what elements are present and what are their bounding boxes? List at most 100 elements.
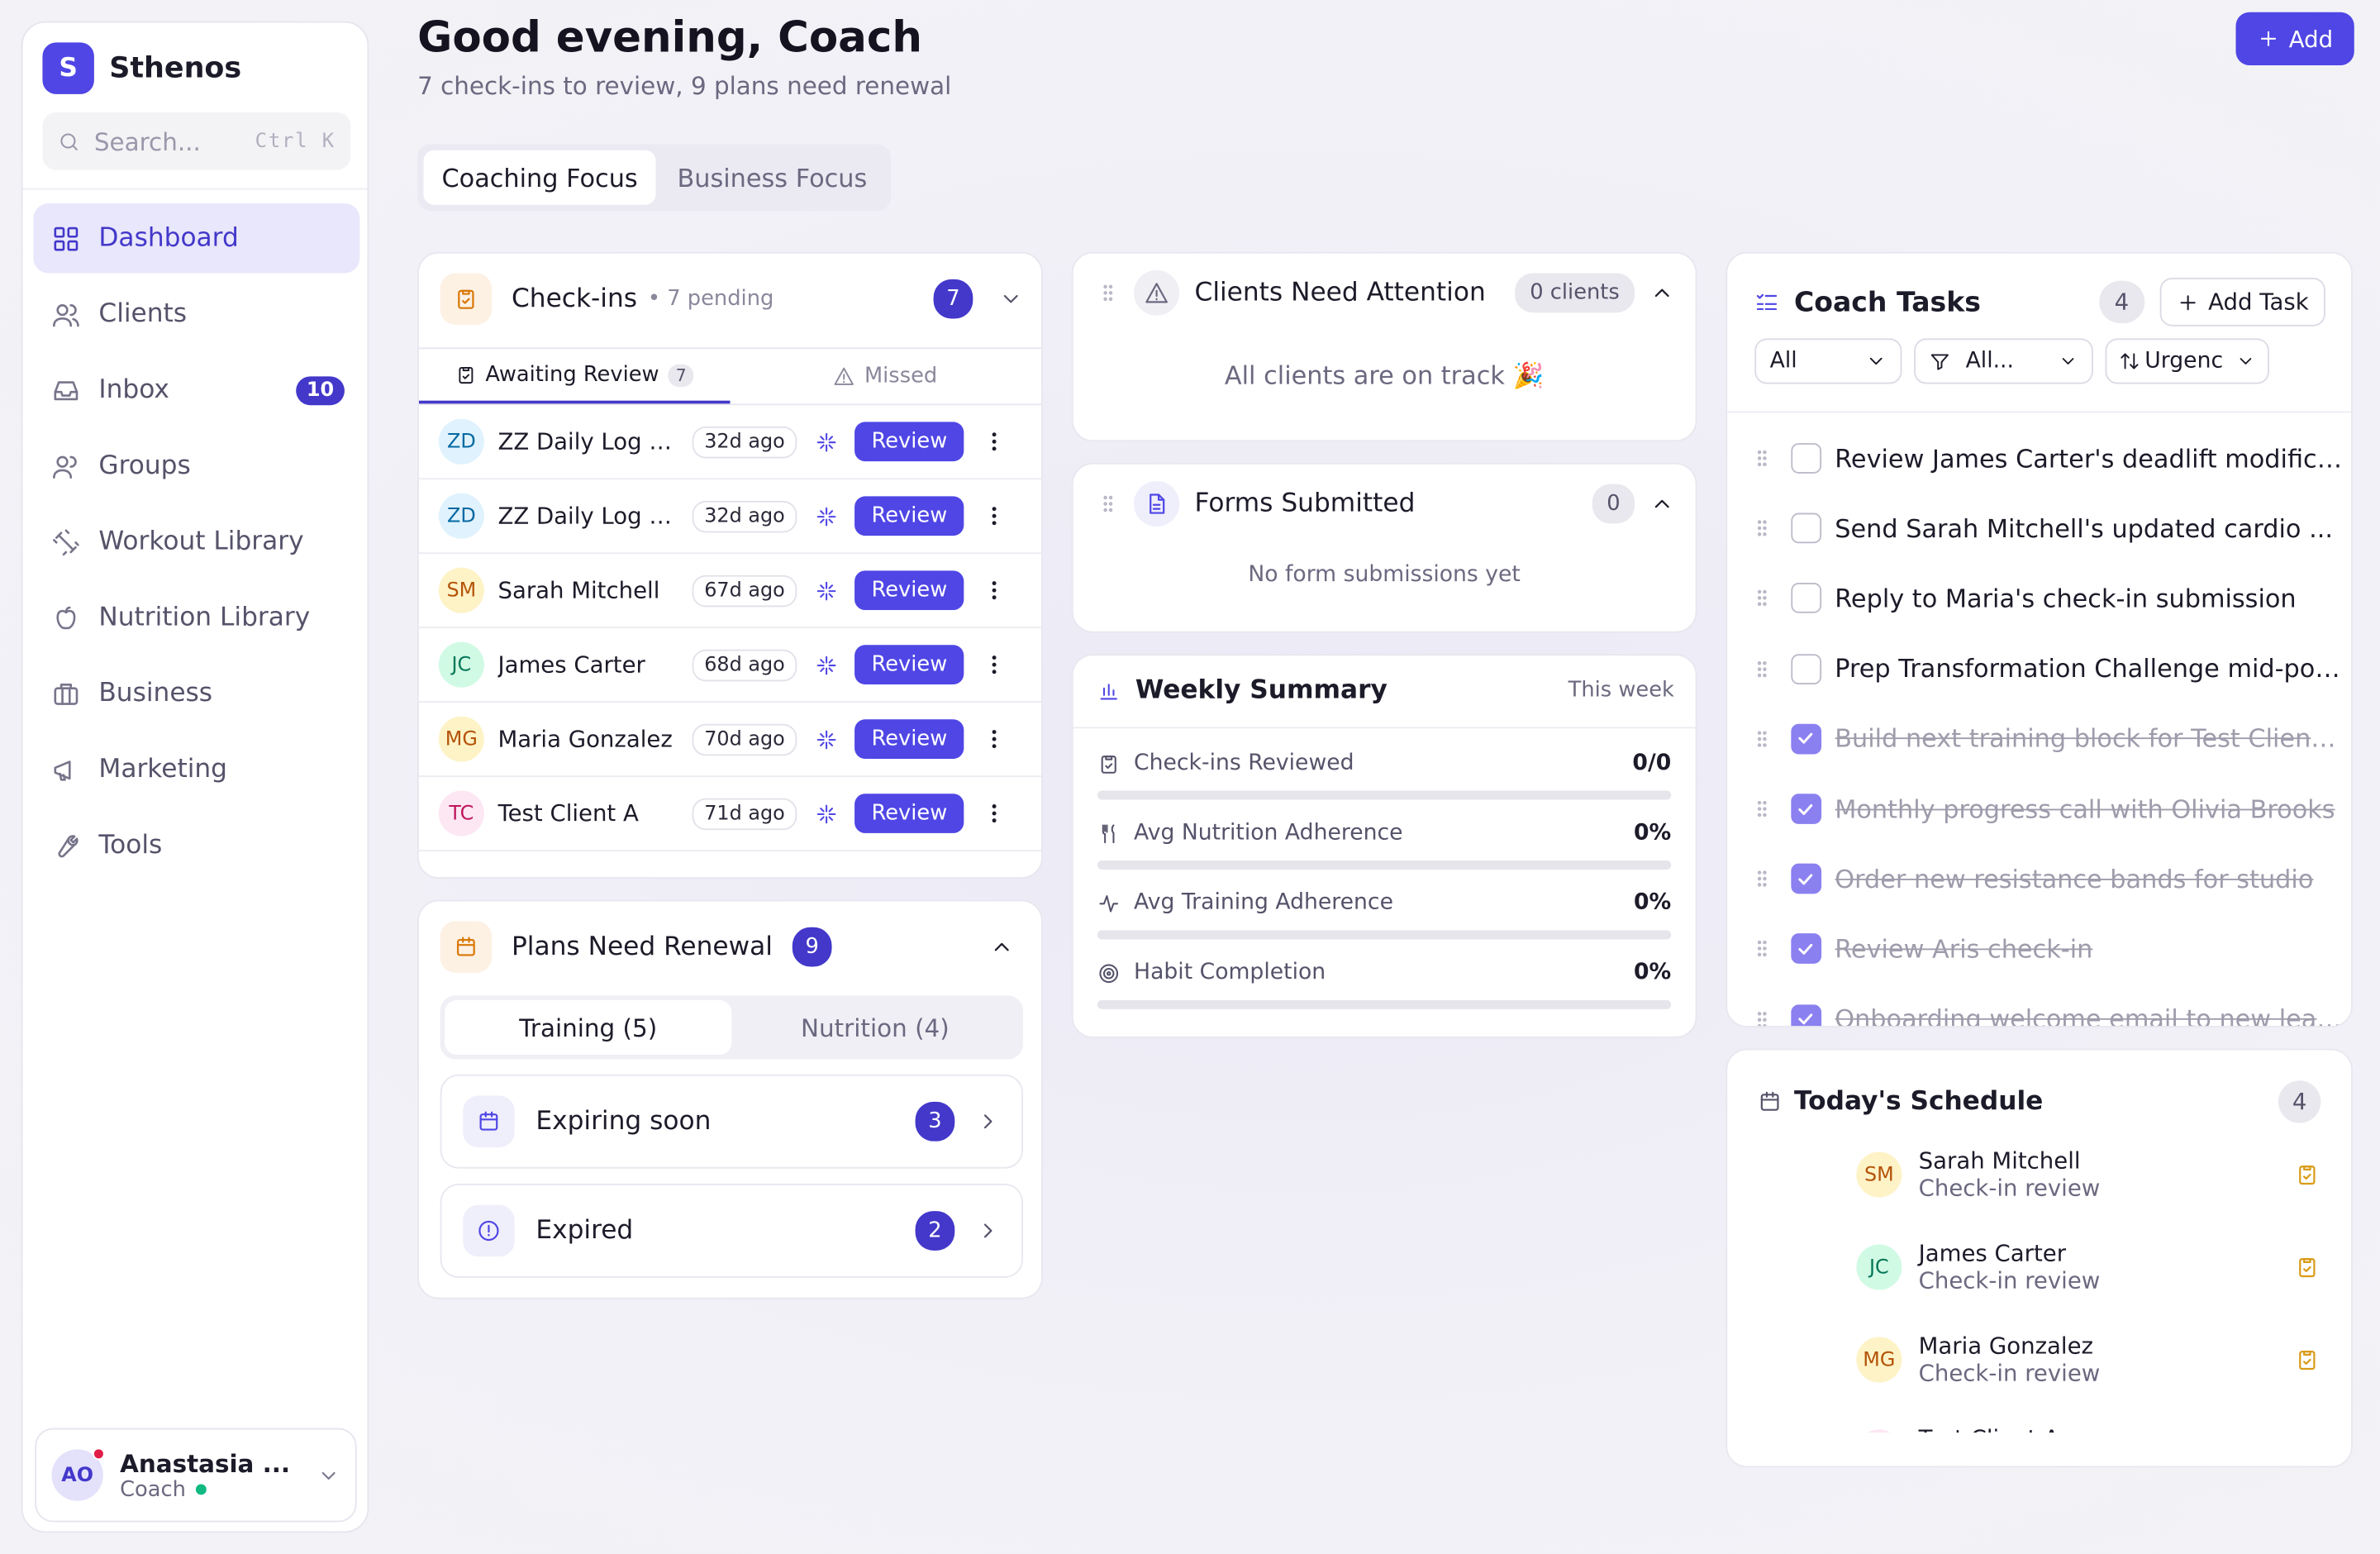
sort-select[interactable]: Urgenc [2105,338,2269,384]
task-checkbox[interactable] [1790,512,1821,544]
drag-handle-icon[interactable] [1097,492,1119,516]
list-check-icon [1756,293,1778,311]
task-checkbox[interactable] [1790,933,1821,965]
more-vertical-icon[interactable] [983,430,1007,454]
forms-title: Forms Submitted [1194,489,1416,519]
profile-menu[interactable]: AO Anastasia ... Coach [35,1428,357,1523]
sidebar-item-inbox[interactable]: Inbox 10 [33,355,359,425]
sidebar-item-workout-library[interactable]: Workout Library [33,507,359,576]
sparkle-icon[interactable] [816,802,839,825]
checkins-card: Check-ins • 7 pending 7 Awaiting Review 7… [417,251,1043,879]
expiring-soon-row[interactable]: Expiring soon 3 [440,1074,1023,1169]
sidebar-item-groups[interactable]: Groups [33,431,359,500]
drag-handle-icon[interactable] [1752,586,1773,610]
chevron-down-icon[interactable] [999,287,1023,311]
schedule-item[interactable]: TCTest Client ACheck-in review [1856,1425,2319,1433]
task-checkbox[interactable] [1790,583,1821,614]
task-checkbox[interactable] [1790,1003,1821,1027]
sidebar-item-dashboard[interactable]: Dashboard [33,203,360,274]
task-item[interactable]: Build next training block for Test Clien… [1752,723,2344,755]
drag-handle-icon[interactable] [1752,797,1773,821]
tab-coaching-focus[interactable]: Coaching Focus [423,150,656,205]
sparkle-icon[interactable] [816,504,839,527]
search-input[interactable]: Search... Ctrl K [42,112,351,170]
more-vertical-icon[interactable] [983,504,1007,528]
drag-handle-icon[interactable] [1752,517,1773,541]
add-button[interactable]: Add [2235,12,2354,65]
sidebar-item-business[interactable]: Business [33,659,359,728]
schedule-item[interactable]: SM Sarah Mitchell Check-in review [1856,1147,2319,1202]
checkin-row[interactable]: ZD ZZ Daily Log T... 32d ago Review [418,479,1042,555]
tab-awaiting-review[interactable]: Awaiting Review 7 [418,349,731,404]
drag-handle-icon[interactable] [1752,937,1773,961]
check-icon [1798,873,1813,884]
drag-handle-icon[interactable] [1752,727,1773,751]
drag-handle-icon[interactable] [1752,1007,1773,1027]
expired-row[interactable]: Expired 2 [440,1184,1023,1278]
checkin-row[interactable]: TC Test Client A 71d ago Review [418,777,1042,851]
sort-icon [2121,353,2139,369]
sparkle-icon[interactable] [816,727,839,751]
task-checkbox[interactable] [1790,794,1821,824]
sparkle-icon[interactable] [816,653,839,676]
tab-missed[interactable]: Missed [730,349,1041,403]
review-button[interactable]: Review [854,422,964,462]
drag-handle-icon[interactable] [1097,281,1119,305]
brand[interactable]: S Sthenos [42,42,241,94]
forms-card: Forms Submitted 0 No form submissions ye… [1071,462,1697,633]
review-button[interactable]: Review [854,719,964,759]
review-button[interactable]: Review [854,570,964,611]
task-checkbox[interactable] [1790,863,1821,894]
chevron-up-icon[interactable] [1650,492,1674,516]
more-vertical-icon[interactable] [983,727,1007,751]
review-button[interactable]: Review [854,645,964,685]
task-item[interactable]: Reply to Maria's check-in submission [1752,583,2344,614]
search-placeholder: Search... [93,126,201,156]
checkin-row[interactable]: JC James Carter 68d ago Review [418,628,1042,703]
drag-handle-icon[interactable] [1752,446,1773,470]
drag-handle-icon[interactable] [1752,656,1773,680]
sidebar-nav: Dashboard Clients Inbox 10 Groups Workou… [33,203,360,886]
more-vertical-icon[interactable] [983,801,1007,825]
sidebar-item-label: Groups [98,450,191,481]
review-button[interactable]: Review [854,496,964,536]
schedule-item[interactable]: JC James Carter Check-in review [1856,1240,2319,1294]
groups-icon [53,455,77,479]
sparkle-icon[interactable] [816,579,839,602]
task-item[interactable]: Prep Transformation Challenge mid-poin..… [1752,653,2344,684]
chevron-up-icon[interactable] [1650,281,1674,305]
online-status-dot [195,1484,206,1495]
task-item[interactable]: Review Aris check-in [1752,933,2344,965]
sparkle-icon[interactable] [816,430,839,453]
chevron-up-icon[interactable] [990,935,1014,959]
checkin-row[interactable]: ZD ZZ Daily Log T... 32d ago Review [418,405,1042,480]
avatar: TC [1856,1429,1902,1433]
task-checkbox[interactable] [1790,653,1821,684]
tasks-count: 4 [2098,280,2144,324]
drag-handle-icon[interactable] [1752,867,1773,891]
add-task-button[interactable]: Add Task [2159,277,2325,327]
sidebar-item-marketing[interactable]: Marketing [33,735,359,804]
tab-training[interactable]: Training (5) [445,999,732,1055]
review-button[interactable]: Review [854,794,964,833]
avatar: SM [1856,1151,1902,1198]
sidebar-item-nutrition-library[interactable]: Nutrition Library [33,583,359,652]
task-item[interactable]: Monthly progress call with Olivia Brooks [1752,794,2344,824]
type-filter-select[interactable]: All... [1914,338,2093,384]
sidebar-item-clients[interactable]: Clients [33,279,359,349]
task-checkbox[interactable] [1790,443,1821,474]
status-filter-select[interactable]: All [1754,338,1902,384]
more-vertical-icon[interactable] [983,652,1007,676]
task-item[interactable]: Review James Carter's deadlift modifica.… [1752,443,2344,474]
tab-business-focus[interactable]: Business Focus [659,150,885,205]
task-checkbox[interactable] [1790,723,1821,755]
task-item[interactable]: Send Sarah Mitchell's updated cardio ... [1752,512,2344,544]
sidebar-item-tools[interactable]: Tools [33,810,359,879]
checkin-row[interactable]: SM Sarah Mitchell 67d ago Review [418,554,1042,629]
checkin-row[interactable]: MG Maria Gonzalez 70d ago Review [418,703,1042,778]
schedule-item[interactable]: MG Maria Gonzalez Check-in review [1856,1332,2319,1387]
more-vertical-icon[interactable] [983,578,1007,602]
task-item[interactable]: Order new resistance bands for studio [1752,863,2344,894]
task-item[interactable]: Onboarding welcome email to new leads [1752,1003,2344,1027]
tab-nutrition[interactable]: Nutrition (4) [731,1000,1018,1055]
